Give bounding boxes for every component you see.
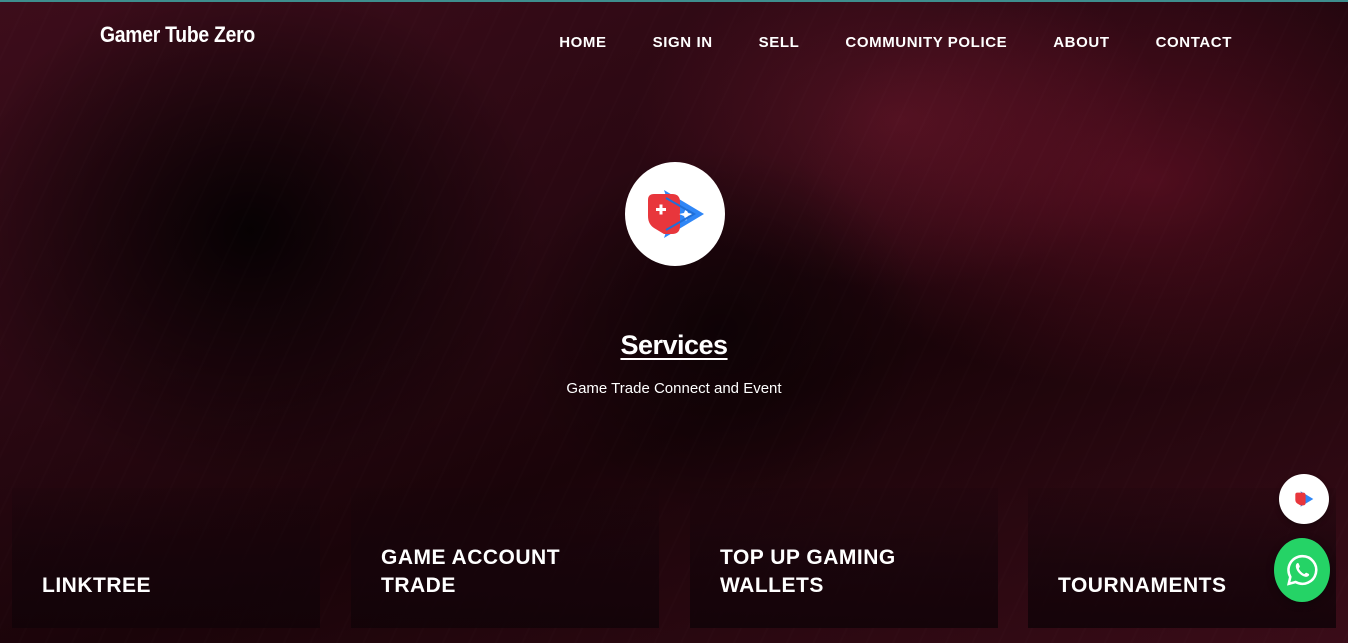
card-title: LINKTREE <box>42 574 151 597</box>
nav-item-contact[interactable]: CONTACT <box>1156 34 1232 51</box>
nav-item-about[interactable]: ABOUT <box>1053 34 1109 51</box>
services-subtitle: Game Trade Connect and Event <box>566 380 782 397</box>
card-title: TOP UP GAMING WALLETS <box>720 546 896 597</box>
whatsapp-button[interactable] <box>1274 538 1330 602</box>
card-top-up-gaming-wallets[interactable]: TOP UP GAMING WALLETS <box>690 488 998 628</box>
card-linktree[interactable]: LINKTREE <box>12 488 320 628</box>
gamepad-arrow-icon <box>648 190 704 238</box>
services-logo <box>625 162 725 266</box>
card-title: TOURNAMENTS <box>1058 574 1227 597</box>
main-nav: HOME SIGN IN SELL COMMUNITY POLICE ABOUT… <box>513 34 1232 51</box>
services-title: Services <box>0 330 1348 361</box>
services-title-link[interactable]: Services <box>620 330 728 360</box>
gamepad-arrow-icon <box>1295 491 1314 507</box>
nav-item-home[interactable]: HOME <box>559 34 606 51</box>
nav-item-sign-in[interactable]: SIGN IN <box>653 34 713 51</box>
site-brand[interactable]: Gamer Tube Zero <box>100 22 255 48</box>
card-game-account-trade[interactable]: GAME ACCOUNT TRADE <box>351 488 659 628</box>
card-title: GAME ACCOUNT TRADE <box>381 546 561 597</box>
whatsapp-icon <box>1287 554 1318 586</box>
site-header: Gamer Tube Zero HOME SIGN IN SELL COMMUN… <box>0 0 1348 80</box>
service-cards: LINKTREE GAME ACCOUNT TRADE TOP UP GAMIN… <box>12 488 1338 628</box>
floating-logo-button[interactable] <box>1279 474 1329 524</box>
nav-item-sell[interactable]: SELL <box>759 34 800 51</box>
nav-item-community-police[interactable]: COMMUNITY POLICE <box>845 34 1007 51</box>
